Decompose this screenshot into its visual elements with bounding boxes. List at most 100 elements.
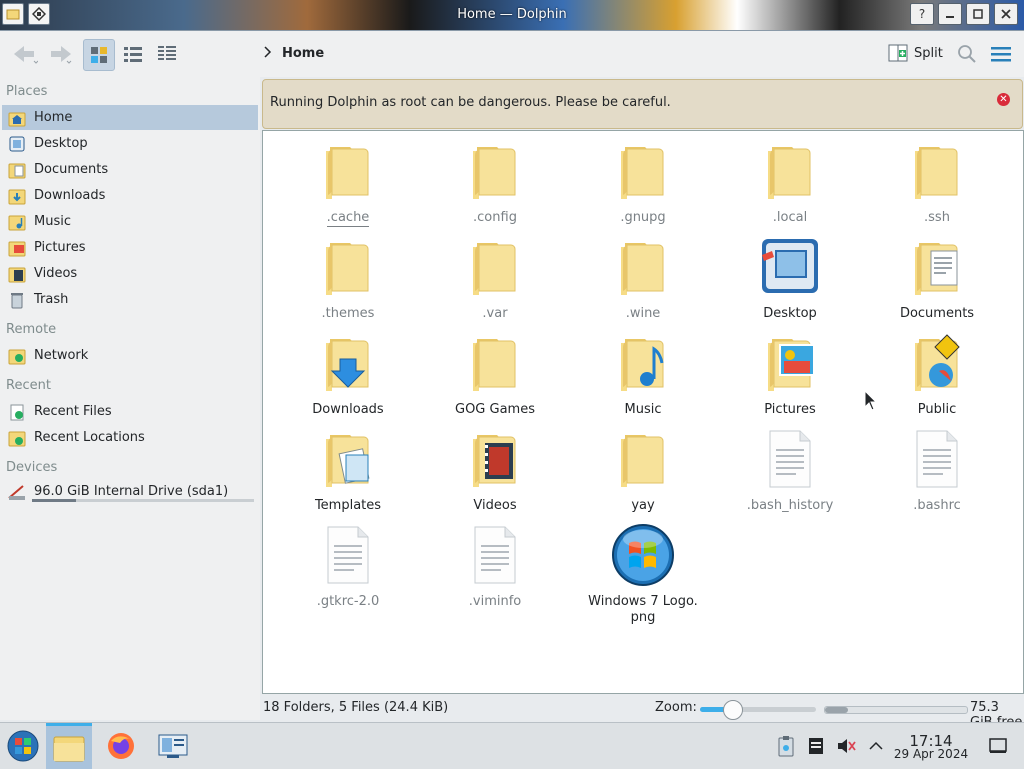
folder-icon (316, 235, 380, 299)
sidebar-item-label: Desktop (34, 136, 88, 151)
split-view-icon (888, 44, 908, 62)
sidebar-item-label: Pictures (34, 240, 86, 255)
folder-item[interactable]: .themes (278, 235, 418, 322)
close-button[interactable] (994, 3, 1018, 25)
recent-locations-icon (7, 428, 27, 448)
show-desktop-button[interactable] (976, 726, 1020, 766)
file-name: .viminfo (468, 594, 522, 609)
start-menu-button[interactable] (0, 726, 46, 766)
file-item[interactable]: .viminfo (425, 523, 565, 610)
window-title: Home — Dolphin (457, 7, 567, 22)
folder-item[interactable]: .var (425, 235, 565, 322)
folder-item[interactable]: Music (573, 331, 713, 418)
sidebar-item-trash[interactable]: Trash (2, 287, 258, 312)
taskbar-dolphin[interactable] (46, 723, 92, 769)
file-name: yay (631, 498, 655, 513)
downloads-folder-icon (7, 186, 27, 206)
sidebar-heading-remote: Remote (6, 322, 57, 337)
folder-item[interactable]: yay (573, 427, 713, 514)
folder-item[interactable]: .gnupg (573, 139, 713, 226)
forward-button[interactable] (44, 39, 76, 69)
folder-item[interactable]: .config (425, 139, 565, 226)
sidebar-item-videos[interactable]: Videos (2, 261, 258, 286)
icons-view-button[interactable] (83, 39, 115, 71)
folder-icon (611, 139, 675, 203)
file-name: .wine (625, 306, 661, 321)
search-button[interactable] (955, 39, 979, 69)
drive-icon (7, 482, 27, 502)
help-button[interactable]: ? (910, 3, 934, 25)
folder-item[interactable]: Desktop (720, 235, 860, 322)
sidebar-item-recent-locations[interactable]: Recent Locations (2, 425, 258, 450)
downloads-folder-icon (316, 331, 380, 395)
icons-view-icon (91, 47, 107, 63)
text-file-icon (758, 427, 822, 491)
split-label: Split (914, 45, 943, 61)
folder-item[interactable]: Videos (425, 427, 565, 514)
folder-item[interactable]: .wine (573, 235, 713, 322)
details-view-icon (158, 46, 176, 60)
toolbar: Home Split (0, 31, 1024, 77)
folder-item[interactable]: GOG Games (425, 331, 565, 418)
folder-item[interactable]: Downloads (278, 331, 418, 418)
system-settings-icon (158, 734, 188, 758)
sidebar-item-recent-files[interactable]: Recent Files (2, 399, 258, 424)
folder-item[interactable]: .cache (278, 139, 418, 227)
sidebar-item-downloads[interactable]: Downloads (2, 183, 258, 208)
sidebar-item-music[interactable]: Music (2, 209, 258, 234)
sidebar-item-desktop[interactable]: Desktop (2, 131, 258, 156)
compact-view-icon (124, 47, 142, 62)
sidebar-item-label: Home (34, 110, 73, 125)
network-folder-icon (7, 346, 27, 366)
image-file-icon (611, 523, 675, 587)
folder-item[interactable]: Public (867, 331, 1007, 418)
chevron-right-icon (264, 45, 272, 63)
sidebar-item-label: Videos (34, 266, 78, 281)
minimize-button[interactable] (938, 3, 962, 25)
folder-item[interactable]: Templates (278, 427, 418, 514)
file-name: .cache (326, 210, 370, 227)
back-button[interactable] (8, 39, 42, 69)
taskbar-firefox[interactable] (98, 726, 144, 766)
file-item[interactable]: .gtkrc-2.0 (278, 523, 418, 610)
title-bar[interactable]: Home — Dolphin ? (0, 0, 1024, 31)
folder-item[interactable]: .ssh (867, 139, 1007, 226)
music-folder-icon (611, 331, 675, 395)
file-item[interactable]: .bashrc (867, 427, 1007, 514)
split-button[interactable]: Split (888, 43, 943, 63)
maximize-button[interactable] (966, 3, 990, 25)
zoom-slider-handle[interactable] (723, 700, 743, 720)
file-view[interactable]: .cache .config .gnupg .local .ssh .theme… (262, 130, 1024, 694)
file-name: Windows 7 Logo. png (588, 594, 698, 625)
folder-item[interactable]: .local (720, 139, 860, 226)
sidebar-item-pictures[interactable]: Pictures (2, 235, 258, 260)
sidebar-item-documents[interactable]: Documents (2, 157, 258, 182)
folder-item[interactable]: Documents (867, 235, 1007, 322)
sidebar-item-label: Documents (34, 162, 109, 177)
folder-icon (611, 235, 675, 299)
file-item[interactable]: Windows 7 Logo. png (573, 523, 713, 626)
file-name: Desktop (763, 306, 817, 321)
hamburger-menu-icon (991, 47, 1011, 62)
compact-view-button[interactable] (119, 39, 147, 69)
taskbar-system-settings[interactable] (150, 726, 196, 766)
hamburger-menu-button[interactable] (987, 39, 1015, 69)
sidebar-item-network[interactable]: Network (2, 343, 258, 368)
folder-item[interactable]: Pictures (720, 331, 860, 418)
zoom-slider[interactable] (700, 700, 816, 720)
file-item[interactable]: .bash_history (720, 427, 860, 514)
breadcrumb[interactable]: Home (282, 46, 324, 61)
folder-icon (758, 139, 822, 203)
sidebar-item-label: Music (34, 214, 71, 229)
close-banner-icon[interactable]: ✕ (997, 93, 1010, 106)
file-name: .gnupg (620, 210, 666, 225)
file-name: Videos (473, 498, 517, 513)
file-name: .ssh (924, 210, 950, 225)
arrow-right-icon (51, 46, 72, 64)
sidebar-item-home[interactable]: Home (2, 105, 258, 130)
clock-date[interactable]: 29 Apr 2024 (888, 747, 974, 761)
sidebar-item-label: Trash (34, 292, 69, 307)
notes-icon (809, 738, 823, 754)
details-view-button[interactable] (153, 39, 181, 69)
firefox-icon (108, 733, 134, 759)
